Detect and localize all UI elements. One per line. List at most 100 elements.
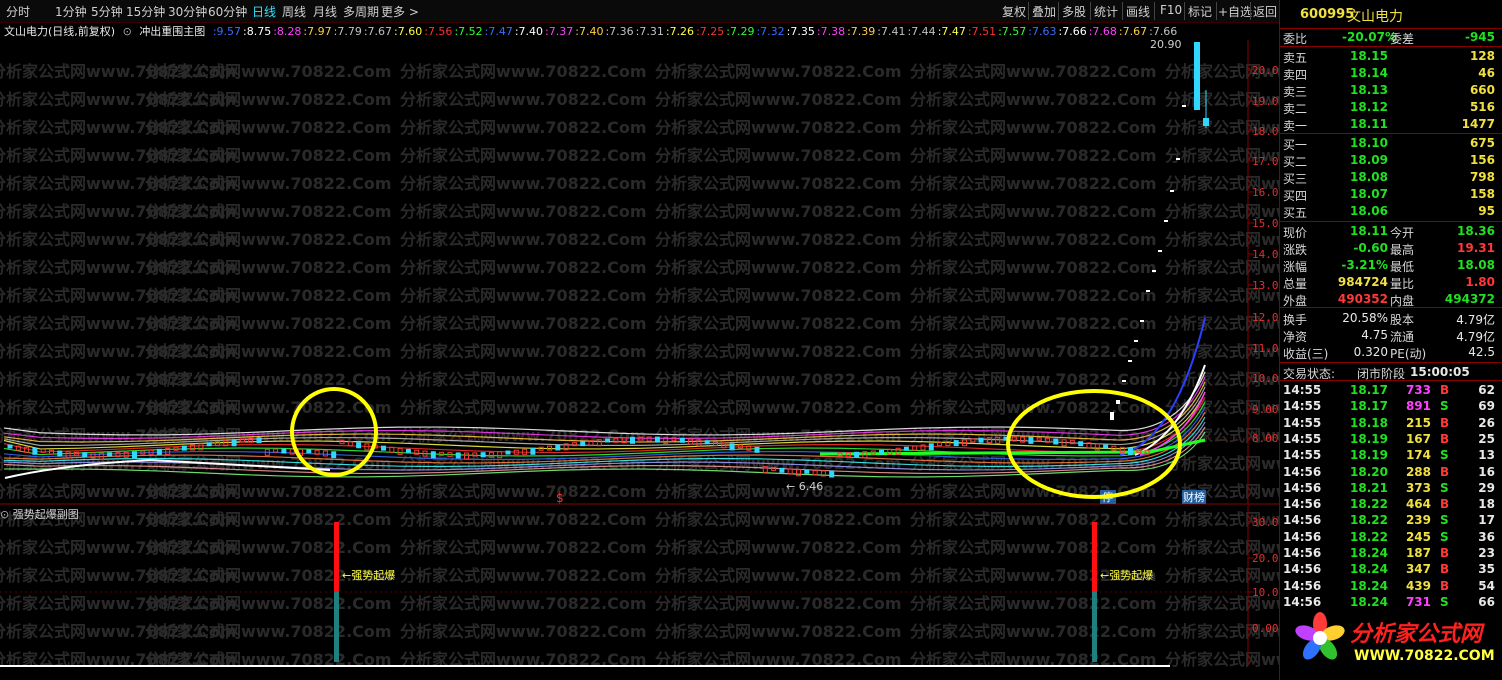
tick-row[interactable]: 14:55 18.19 167 B 25 <box>1280 431 1502 447</box>
tick-row[interactable]: 14:55 18.17 733 B 62 <box>1280 382 1502 398</box>
ma-value: :7.67 <box>363 25 393 38</box>
period-tab-weekly[interactable]: 周线 <box>282 3 306 20</box>
candle <box>132 451 137 459</box>
tick-row[interactable]: 14:56 18.20 288 B 16 <box>1280 464 1502 480</box>
high-price-label: 20.90 <box>1150 40 1182 51</box>
candle <box>65 451 71 459</box>
tick-row[interactable]: 14:55 18.19 174 S 13 <box>1280 447 1502 463</box>
fin-value: 4.79亿 <box>1456 313 1495 327</box>
candle <box>1170 190 1174 192</box>
candle <box>1164 220 1168 222</box>
mark-button[interactable]: 标记 <box>1188 3 1212 20</box>
order-label: 买三 <box>1283 172 1308 186</box>
tick-count: 18 <box>1478 497 1495 512</box>
tick-volume: 245 <box>1405 529 1431 544</box>
tick-time: 14:56 <box>1283 464 1322 479</box>
candle <box>704 440 710 445</box>
candle <box>32 447 38 455</box>
order-label: 卖四 <box>1283 68 1308 82</box>
tick-row[interactable]: 14:56 18.24 187 B 23 <box>1280 545 1502 561</box>
tick-row[interactable]: 14:55 18.17 891 S 69 <box>1280 398 1502 414</box>
add-watchlist-button[interactable]: +自选 <box>1218 3 1252 20</box>
order-row: 卖四 18.14 46 <box>1280 65 1502 82</box>
status-time: 15:00:05 <box>1410 365 1470 379</box>
ma-value: :7.25 <box>696 25 725 38</box>
tick-side: B <box>1440 415 1450 430</box>
quote-label: 量比 <box>1390 277 1415 291</box>
tick-price: 18.18 <box>1350 415 1388 430</box>
ma-value: :7.36 <box>605 25 634 38</box>
logo-text: 分析家公式网 <box>1350 622 1483 647</box>
main-indicator-label[interactable]: 冲出重围主图 <box>139 25 205 38</box>
f10-button[interactable]: F10 <box>1160 3 1182 17</box>
divider <box>1280 362 1502 363</box>
tick-row[interactable]: 14:56 18.24 347 B 35 <box>1280 561 1502 577</box>
ma-line <box>3 376 1206 440</box>
period-tab-30min[interactable]: 30分钟 <box>168 3 207 20</box>
candle <box>530 447 536 455</box>
quote-value: -3.21% <box>1341 258 1388 272</box>
candle <box>306 449 312 454</box>
fin-value: 0.320 <box>1353 345 1388 359</box>
tick-volume: 288 <box>1405 464 1431 479</box>
back-button[interactable]: 返回 <box>1253 3 1277 20</box>
toolbar-divider <box>1154 2 1155 20</box>
order-row: 买二 18.09 156 <box>1280 152 1502 169</box>
tick-time: 14:56 <box>1283 480 1322 495</box>
tick-row[interactable]: 14:55 18.18 215 B 26 <box>1280 415 1502 431</box>
candle <box>231 439 237 447</box>
tick-row[interactable]: 14:56 18.22 245 S 36 <box>1280 529 1502 545</box>
quote-panel: 600995 文山电力 委比 -20.07% 委差 -945 卖五 18.15 12… <box>1279 0 1502 680</box>
tick-row[interactable]: 14:56 18.22 239 S 17 <box>1280 512 1502 528</box>
tick-row[interactable]: 14:56 18.21 373 S 29 <box>1280 480 1502 496</box>
order-row: 买一 18.10 675 <box>1280 135 1502 152</box>
period-tab-15min[interactable]: 15分钟 <box>126 3 165 20</box>
draw-line-button[interactable]: 画线 <box>1126 3 1150 20</box>
divider <box>1280 46 1502 47</box>
tick-row[interactable]: 14:56 18.22 464 B 18 <box>1280 496 1502 512</box>
chevron-down-icon[interactable]: ⊙ <box>123 25 132 38</box>
tick-row[interactable]: 14:56 18.24 439 B 54 <box>1280 578 1502 594</box>
candle <box>1128 447 1133 455</box>
candle <box>107 452 113 457</box>
period-tab-1min[interactable]: 1分钟 <box>55 3 87 20</box>
ma-value: :7.57 <box>998 25 1027 38</box>
period-tab-60min[interactable]: 60分钟 <box>208 3 247 20</box>
tick-count: 26 <box>1478 415 1495 430</box>
period-tab-daily[interactable]: 日线 <box>252 3 276 20</box>
tick-price: 18.22 <box>1350 497 1388 512</box>
order-volume: 46 <box>1478 66 1495 80</box>
signal-bar-teal <box>334 592 339 662</box>
multi-stock-button[interactable]: 多股 <box>1062 3 1086 20</box>
candlestick-chart[interactable]: 20.00 19.00 18.00 17.00 16.00 15.00 14.00 13.00… <box>0 40 1279 505</box>
signal-bar-teal <box>1092 592 1097 662</box>
order-volume: 156 <box>1469 153 1495 167</box>
ma-value: :7.37 <box>545 25 574 38</box>
candle <box>912 445 918 451</box>
tick-price: 18.19 <box>1350 448 1388 463</box>
period-tab-more[interactable]: 更多 > <box>381 3 419 20</box>
statistics-button[interactable]: 统计 <box>1094 3 1118 20</box>
signal-label: ←强势起爆 <box>1100 568 1153 582</box>
quote-label: 现价 <box>1283 226 1308 240</box>
order-label: 卖五 <box>1283 51 1308 65</box>
period-tab-fenshi[interactable]: 分时 <box>6 3 30 20</box>
order-row: 卖五 18.15 128 <box>1280 48 1502 65</box>
period-tab-5min[interactable]: 5分钟 <box>91 3 123 20</box>
overlay-button[interactable]: 叠加 <box>1032 3 1056 20</box>
candle <box>82 452 88 458</box>
quote-value: 490352 <box>1337 292 1388 306</box>
ma-value: :7.67 <box>1118 25 1148 38</box>
candle <box>488 451 494 458</box>
site-logo: 分析家公式网 WWW.70822.COM <box>1290 608 1500 674</box>
toolbar-divider <box>1090 2 1091 20</box>
period-tab-monthly[interactable]: 月线 <box>313 3 337 20</box>
tick-time: 14:56 <box>1283 546 1322 560</box>
ma-value: :7.66 <box>1058 25 1087 38</box>
tick-count: 35 <box>1478 562 1495 577</box>
period-tab-multi[interactable]: 多周期 <box>343 3 379 20</box>
tick-side: B <box>1440 578 1450 593</box>
sub-indicator-chart[interactable]: 30.00 20.00 10.00 0.00 ←强势起爆 ←强势起爆 <box>0 506 1279 680</box>
fuquan-button[interactable]: 复权 <box>1002 3 1026 20</box>
quote-value: 18.11 <box>1350 224 1388 238</box>
